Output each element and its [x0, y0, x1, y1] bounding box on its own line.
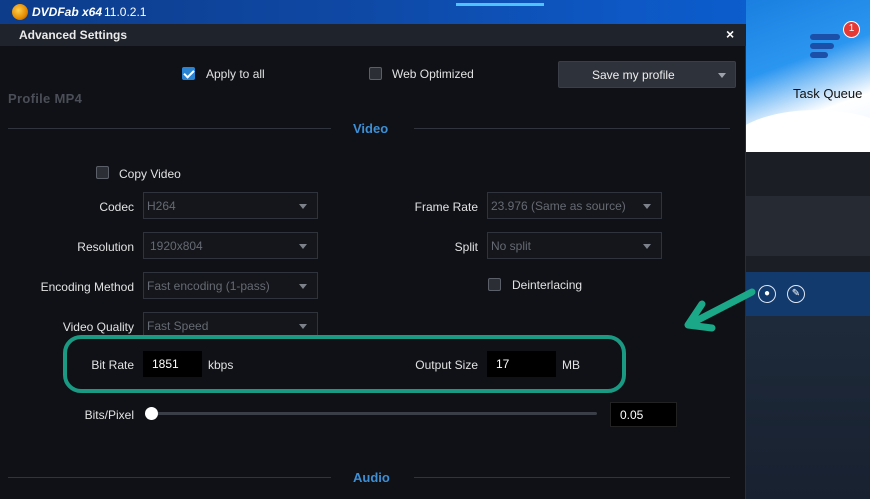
- right-panel-row: [746, 196, 870, 256]
- section-divider: [414, 128, 730, 129]
- video-quality-select[interactable]: Fast Speed: [143, 312, 318, 336]
- chevron-down-icon: [643, 244, 651, 249]
- chevron-down-icon: [299, 284, 307, 289]
- encoding-method-label: Encoding Method: [40, 280, 134, 294]
- dvdfab-logo-icon: [12, 4, 28, 20]
- chevron-down-icon: [299, 204, 307, 209]
- bits-pixel-value[interactable]: 0.05: [610, 402, 677, 427]
- codec-label: Codec: [99, 200, 134, 214]
- app-version: 11.0.2.1: [104, 5, 147, 19]
- deinterlacing-checkbox[interactable]: [488, 278, 501, 291]
- resolution-label: Resolution: [77, 240, 134, 254]
- close-icon[interactable]: ×: [726, 26, 734, 42]
- profile-label: Profile MP4: [8, 91, 83, 106]
- frame-rate-label: Frame Rate: [414, 200, 478, 214]
- codec-value: H264: [147, 199, 176, 213]
- save-my-profile-button[interactable]: Save my profile: [558, 61, 736, 88]
- section-divider: [8, 477, 331, 478]
- bits-pixel-label: Bits/Pixel: [84, 408, 134, 422]
- video-section-title: Video: [353, 121, 389, 136]
- chevron-down-icon: [643, 204, 651, 209]
- copy-video-label[interactable]: Copy Video: [119, 167, 181, 181]
- split-label: Split: [454, 240, 478, 254]
- convert-icon[interactable]: ●: [758, 285, 776, 303]
- split-value: No split: [491, 239, 532, 253]
- web-optimized-checkbox[interactable]: [369, 67, 382, 80]
- chevron-down-icon: [299, 244, 307, 249]
- annotation-arrow: [684, 288, 756, 332]
- apply-to-all-checkbox[interactable]: [182, 67, 195, 80]
- apply-to-all-label[interactable]: Apply to all: [206, 67, 265, 81]
- save-my-profile-label: Save my profile: [592, 68, 675, 82]
- resolution-select[interactable]: 1920x804: [143, 232, 318, 259]
- section-divider: [8, 128, 331, 129]
- active-tab-indicator: [456, 3, 544, 6]
- dialog-titlebar: Advanced Settings ×: [0, 24, 746, 46]
- encoding-method-select[interactable]: Fast encoding (1-pass): [143, 272, 318, 299]
- resolution-value: 1920x804: [150, 239, 203, 253]
- web-optimized-label[interactable]: Web Optimized: [392, 67, 474, 81]
- chevron-down-icon[interactable]: [718, 73, 726, 78]
- chevron-down-icon: [299, 324, 307, 329]
- encoding-method-value: Fast encoding (1-pass): [147, 279, 270, 293]
- split-select[interactable]: No split: [487, 232, 662, 259]
- frame-rate-value: 23.976 (Same as source): [491, 199, 626, 213]
- section-divider: [414, 477, 730, 478]
- app-brand: DVDFab x64: [32, 5, 103, 19]
- task-queue-badge: 1: [843, 21, 860, 38]
- frame-rate-select[interactable]: 23.976 (Same as source): [487, 192, 662, 219]
- video-quality-label: Video Quality: [62, 320, 134, 334]
- task-queue-icon[interactable]: [810, 34, 840, 60]
- codec-select[interactable]: H264: [143, 192, 318, 219]
- bits-pixel-slider-track[interactable]: [151, 412, 597, 415]
- task-queue-label[interactable]: Task Queue: [793, 86, 862, 101]
- bits-pixel-slider-handle[interactable]: [145, 407, 158, 420]
- right-panel-lower: [746, 316, 870, 499]
- deinterlacing-label[interactable]: Deinterlacing: [512, 278, 582, 292]
- audio-section-title: Audio: [353, 470, 390, 485]
- edit-icon[interactable]: ✎: [787, 285, 805, 303]
- dialog-title: Advanced Settings: [19, 28, 128, 42]
- video-quality-value: Fast Speed: [147, 319, 209, 333]
- annotation-highlight-box: [63, 335, 626, 393]
- copy-video-checkbox[interactable]: [96, 166, 109, 179]
